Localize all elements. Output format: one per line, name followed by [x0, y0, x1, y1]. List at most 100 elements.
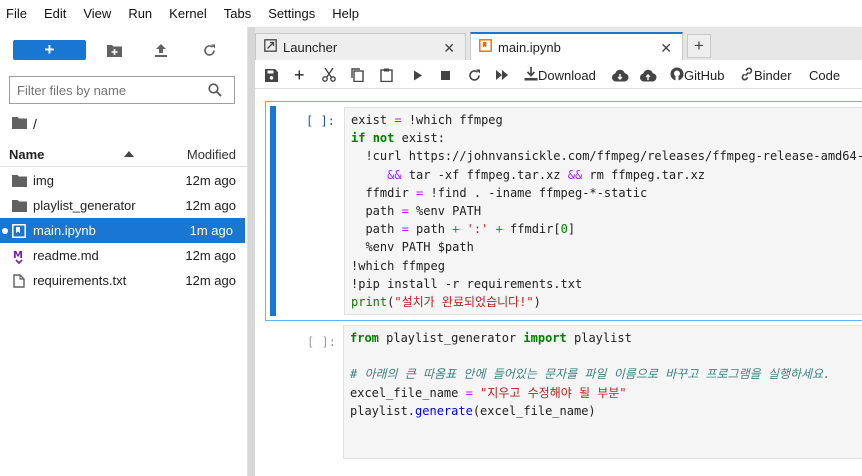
- menu-view[interactable]: View: [83, 6, 120, 21]
- code-line: !curl https://johnvansickle.com/ffmpeg/r…: [351, 149, 862, 164]
- folder-icon: [11, 198, 27, 213]
- filter-files-field[interactable]: [9, 76, 235, 104]
- folder-icon: [12, 116, 27, 132]
- menu-bar: File Edit View Run Kernel Tabs Settings …: [0, 0, 862, 27]
- tab-launcher[interactable]: Launcher ✕: [255, 33, 466, 60]
- launcher-icon: [264, 39, 277, 55]
- binder-button[interactable]: Binder: [740, 65, 792, 85]
- save-icon[interactable]: [265, 65, 278, 85]
- code-editor[interactable]: exist = !which ffmpeg if not exist: !cur…: [344, 107, 862, 315]
- code-line: if not exist:: [351, 131, 445, 146]
- menu-kernel[interactable]: Kernel: [169, 6, 216, 21]
- file-name: requirements.txt: [33, 273, 127, 288]
- tab-label: Launcher: [283, 39, 338, 55]
- cell-prompt: [ ]:: [306, 114, 335, 128]
- file-row-img[interactable]: img 12m ago: [0, 168, 248, 193]
- tab-bar: Launcher ✕ main.ipynb ✕ +: [255, 27, 862, 60]
- menu-run[interactable]: Run: [128, 6, 161, 21]
- github-label: GitHub: [684, 67, 725, 83]
- cut-icon[interactable]: [322, 65, 336, 85]
- running-indicator-icon: [2, 228, 8, 234]
- code-line: # 아래의 큰 따옴표 안에 들어있는 문자를 파일 이름으로 바꾸고 프로그램…: [350, 367, 831, 382]
- code-line: %env PATH $path: [351, 240, 474, 255]
- filter-files-input[interactable]: [10, 77, 200, 103]
- cell-prompt: [ ]:: [307, 335, 336, 349]
- column-modified-header[interactable]: Modified: [187, 147, 236, 162]
- notebook-toolbar: + Download GitHub Binder Code: [255, 60, 862, 89]
- code-line: && tar -xf ffmpeg.tar.xz && rm ffmpeg.ta…: [387, 167, 706, 182]
- cloud-upload-icon[interactable]: [639, 65, 657, 85]
- close-icon[interactable]: ✕: [443, 40, 455, 57]
- code-cell-2[interactable]: [ ]: from playlist_generator import play…: [265, 325, 862, 459]
- menu-edit[interactable]: Edit: [44, 6, 75, 21]
- github-button[interactable]: GitHub: [670, 65, 724, 85]
- breadcrumb-root[interactable]: /: [33, 116, 37, 132]
- code-cell-1[interactable]: [ ]: exist = !which ffmpeg if not exist:…: [265, 101, 862, 321]
- sort-ascending-icon[interactable]: [124, 151, 134, 157]
- menu-file[interactable]: File: [6, 6, 36, 21]
- code-line: excel_file_name = "지우고 수정해야 될 부분": [350, 385, 627, 400]
- folder-icon: [11, 173, 27, 188]
- code-editor[interactable]: from playlist_generator import playlist …: [343, 325, 862, 459]
- code-line: from playlist_generator import playlist: [350, 331, 632, 345]
- code-line: print("설치가 완료되었습니다!"): [351, 295, 541, 310]
- insert-cell-icon[interactable]: +: [294, 65, 305, 85]
- restart-kernel-icon[interactable]: [468, 65, 481, 85]
- download-button[interactable]: Download: [524, 65, 596, 85]
- tab-label: main.ipynb: [498, 39, 561, 55]
- stop-icon[interactable]: [441, 65, 450, 85]
- new-launcher-button[interactable]: +: [13, 40, 86, 60]
- file-row-main-ipynb[interactable]: main.ipynb 1m ago: [0, 218, 245, 243]
- binder-icon: [740, 67, 754, 84]
- svg-text:M: M: [13, 250, 23, 261]
- copy-icon[interactable]: [351, 65, 364, 85]
- notebook-icon: [11, 223, 27, 238]
- code-line: ffmdir = !find . -iname ffmpeg-*-static: [351, 185, 648, 200]
- add-tab-button[interactable]: +: [687, 34, 711, 58]
- file-browser-toolbar: +: [0, 27, 248, 73]
- new-folder-icon[interactable]: [104, 40, 124, 60]
- notebook-icon: [479, 39, 492, 55]
- file-browser-panel: + / Name Modified: [0, 27, 248, 476]
- search-icon: [208, 83, 222, 100]
- download-label: Download: [538, 67, 596, 83]
- code-line: !pip install -r requirements.txt: [351, 276, 583, 291]
- code-line: exist = !which ffmpeg: [351, 113, 503, 127]
- file-modified: 12m ago: [185, 173, 236, 188]
- github-icon: [670, 67, 684, 84]
- markdown-icon: M: [11, 248, 27, 264]
- code-line: playlist.generate(excel_file_name): [350, 403, 596, 418]
- cloud-download-icon[interactable]: [611, 65, 629, 85]
- file-row-playlist-generator[interactable]: playlist_generator 12m ago: [0, 193, 248, 218]
- code-line: !which ffmpeg: [351, 258, 445, 273]
- run-icon[interactable]: [413, 65, 423, 85]
- download-icon: [524, 66, 538, 84]
- paste-icon[interactable]: [380, 65, 393, 85]
- file-name: main.ipynb: [33, 223, 96, 238]
- panel-splitter[interactable]: [248, 27, 255, 476]
- breadcrumb[interactable]: /: [12, 116, 37, 132]
- tab-main-ipynb[interactable]: main.ipynb ✕: [470, 32, 683, 60]
- file-row-readme[interactable]: M readme.md 12m ago: [0, 243, 248, 268]
- file-list-header: Name Modified: [0, 143, 248, 167]
- menu-settings[interactable]: Settings: [268, 6, 324, 21]
- upload-icon[interactable]: [151, 40, 171, 60]
- file-modified: 12m ago: [185, 273, 236, 288]
- cell-type-select[interactable]: Code: [809, 65, 840, 85]
- file-modified: 12m ago: [185, 248, 236, 263]
- code-line: path = %env PATH: [351, 204, 482, 219]
- file-name: playlist_generator: [33, 198, 136, 213]
- file-modified: 12m ago: [185, 198, 236, 213]
- fast-forward-icon[interactable]: [496, 65, 509, 85]
- close-icon[interactable]: ✕: [660, 40, 672, 57]
- menu-tabs[interactable]: Tabs: [224, 6, 260, 21]
- main-dock-area: Launcher ✕ main.ipynb ✕ + + Download Git…: [255, 27, 862, 476]
- file-row-requirements[interactable]: requirements.txt 12m ago: [0, 268, 248, 293]
- file-icon: [11, 273, 27, 288]
- code-line: path = path + ':' + ffmdir[0]: [351, 222, 576, 237]
- file-list: img 12m ago playlist_generator 12m ago m…: [0, 168, 248, 293]
- column-name-header[interactable]: Name: [9, 147, 44, 162]
- refresh-icon[interactable]: [199, 40, 219, 60]
- file-modified: 1m ago: [189, 223, 233, 238]
- menu-help[interactable]: Help: [332, 6, 368, 21]
